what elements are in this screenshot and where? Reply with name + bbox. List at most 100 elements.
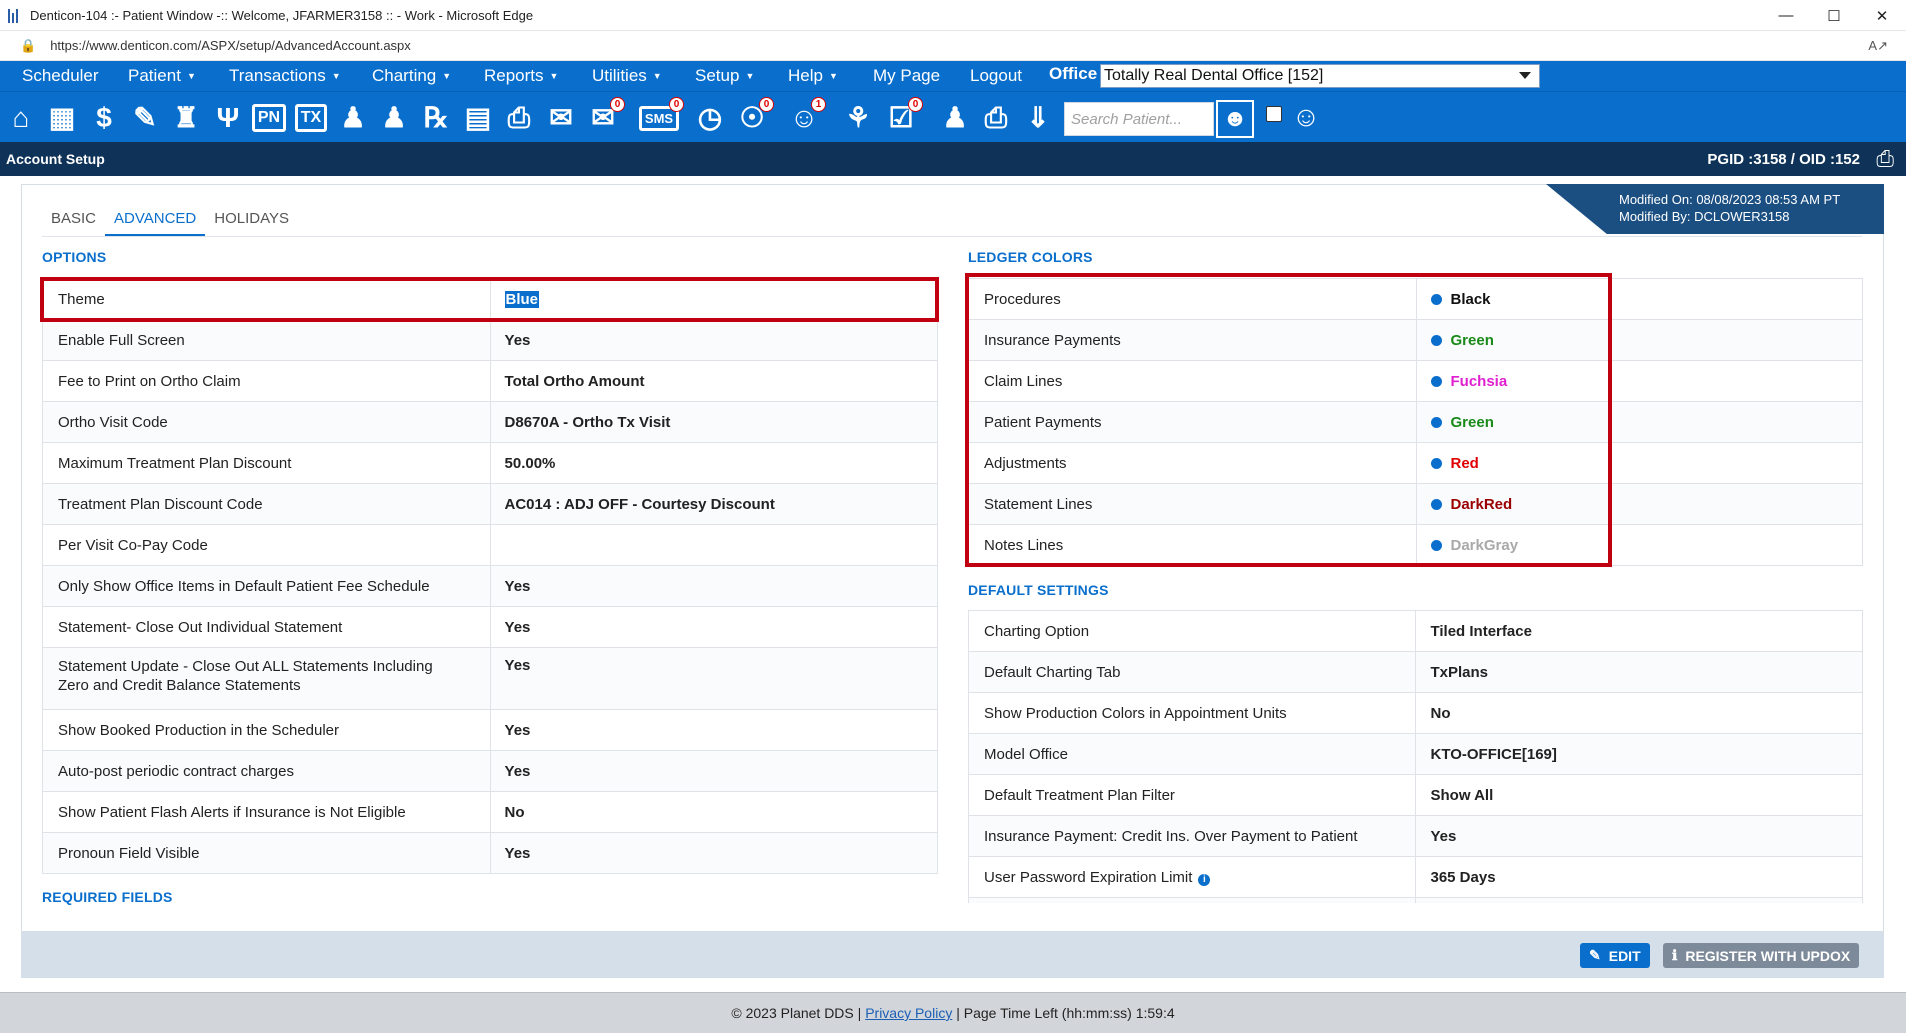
progress-notes-icon[interactable]: PN [251,100,287,136]
ledger-color-text: Fuchsia [1450,372,1508,390]
printer-icon[interactable]: ⎙ [1876,146,1894,172]
close-icon[interactable]: ✕ [1858,0,1906,31]
option-value: Yes [489,647,939,710]
theme-value: Blue [504,290,540,308]
address-bar[interactable]: 🔒 https://www.denticon.com/ASPX/setup/Ad… [0,31,1906,61]
printer-doc-icon[interactable]: ⎙ [501,100,537,136]
group-icon[interactable]: ♟ [937,100,973,136]
menu-charting[interactable]: Charting ▼ [372,61,451,91]
option-label: Show Booked Production in the Scheduler [42,709,491,751]
menu-transactions[interactable]: Transactions ▼ [229,61,341,91]
table-row: Show Booked Production in the Scheduler Y… [42,709,939,751]
maximize-icon[interactable]: ☐ [1810,0,1858,31]
setting-label: User Password Expiration Limit i [968,856,1417,898]
required-fields-title[interactable]: REQUIRED FIELDS [42,889,173,905]
privacy-policy-link[interactable]: Privacy Policy [865,1005,952,1021]
setting-value: No [1415,692,1863,734]
option-label: Statement- Close Out Individual Statemen… [42,606,491,648]
option-value: D8670A - Ortho Tx Visit [489,401,939,443]
tooth-icon[interactable]: ♜ [168,100,204,136]
pencil-list-icon[interactable]: ✎ [127,100,163,136]
default-settings-title: DEFAULT SETTINGS [968,582,1109,598]
home-icon[interactable]: ⌂ [3,100,39,136]
globe-users-icon[interactable]: ☉ 0 [734,97,774,136]
option-label: Ortho Visit Code [42,401,491,443]
info-icon[interactable]: i [1198,873,1211,886]
menu-setup[interactable]: Setup ▼ [695,61,754,91]
toolbar-checkbox[interactable] [1266,106,1282,122]
tab-advanced[interactable]: ADVANCED [105,206,206,236]
prescription-icon[interactable]: ℞ [418,100,454,136]
alert-user-icon[interactable]: ☺ 1 [786,97,826,136]
menu-help[interactable]: Help ▼ [788,61,838,91]
ledger-value: DarkGray [1415,524,1863,566]
table-row: Only Show Office Items in Default Patien… [42,565,939,607]
option-label: Auto-post periodic contract charges [42,750,491,792]
mail-icon[interactable]: ✉ [543,100,579,136]
ledger-label: Insurance Payments [968,319,1417,361]
info-icon: ℹ [1672,947,1678,963]
task-list-icon[interactable]: ☑ 0 [883,97,923,136]
menu-reports[interactable]: Reports ▼ [484,61,558,91]
table-row: Patient Payments Green [968,401,1863,443]
option-label: Treatment Plan Discount Code [42,483,491,525]
menu-utilities[interactable]: Utilities ▼ [592,61,662,91]
menu-logout[interactable]: Logout [970,61,1022,91]
ledger-color-text: Green [1450,331,1494,349]
teeth-icon[interactable]: Ψ [210,100,246,136]
register-updox-button[interactable]: ℹ REGISTER WITH UPDOX [1663,943,1860,968]
menu-my-page[interactable]: My Page [873,61,940,91]
sms-icon[interactable]: SMS 0 [638,97,684,136]
color-dot-icon [1430,539,1442,551]
table-row: Claim Lines Fuchsia [968,360,1863,402]
ledger-color-text: Black [1450,290,1491,308]
globe-icon[interactable]: ⚘ [840,100,876,136]
dollar-icon[interactable]: $ [86,100,122,136]
table-row: Theme Blue [42,278,939,320]
group-search-icon[interactable]: ☺ [1288,99,1324,135]
tab-basic[interactable]: BASIC [42,206,105,236]
notes-icon[interactable]: ▤ [460,100,496,136]
calendar-icon[interactable]: ▦ [44,100,80,136]
table-row: Insurance Payment: Credit Ins. Over Paym… [968,815,1863,857]
globe-badge: 0 [759,97,774,112]
message-icon[interactable]: ✉ 0 [585,97,625,136]
setting-value: Tiled Interface [1415,610,1863,652]
table-row: Maximum Treatment Plan Discount 50.00% [42,442,939,484]
table-row: Charting Option Tiled Interface [968,610,1863,652]
status-bar: © 2023 Planet DDS | Privacy Policy | Pag… [0,992,1906,1033]
section-header: Account Setup PGID :3158 / OID :152 ⎙ [0,142,1906,176]
add-family-icon[interactable]: ♟ [376,100,412,136]
table-row: Ortho Visit Code D8670A - Ortho Tx Visit [42,401,939,443]
expand-down-icon[interactable]: ⇓ [1020,100,1056,136]
table-row [968,897,1863,903]
table-row: Treatment Plan Discount Code AC014 : ADJ … [42,483,939,525]
office-select[interactable]: Totally Real Dental Office [152] [1100,64,1540,88]
url-text[interactable]: https://www.denticon.com/ASPX/setup/Adva… [50,38,411,53]
ledger-colors-title: LEDGER COLORS [968,249,1093,265]
table-row: Insurance Payments Green [968,319,1863,361]
setting-label: Charting Option [968,610,1417,652]
clock-icon[interactable]: ◷ [692,100,728,136]
tab-holidays[interactable]: HOLIDAYS [205,206,298,236]
patient-search-icon[interactable]: ☻ [1216,100,1254,138]
edit-button[interactable]: ✎ EDIT [1580,943,1650,968]
caret-icon: ▼ [331,71,341,81]
ledger-value: Fuchsia [1415,360,1863,402]
search-patient-input[interactable]: Search Patient... [1064,102,1214,136]
read-aloud-icon[interactable]: A↗ [1868,38,1888,54]
window-titlebar: Denticon-104 :- Patient Window -:: Welco… [0,0,1906,31]
default-settings-scroll[interactable]: Charting Option Tiled Interface Default C… [968,610,1863,903]
ledger-label: Adjustments [968,442,1417,484]
section-title: Account Setup [6,151,105,167]
option-label: Pronoun Field Visible [42,832,491,874]
minimize-icon[interactable]: — [1762,0,1810,31]
menu-patient[interactable]: Patient ▼ [128,61,196,91]
setting-value: 365 Days [1415,856,1863,898]
menu-scheduler[interactable]: Scheduler [22,61,99,91]
ledger-color-text: DarkGray [1450,536,1519,554]
add-patient-icon[interactable]: ♟ [335,100,371,136]
tab-strip: BASIC ADVANCED HOLIDAYS [42,206,298,236]
print-icon[interactable]: ⎙ [978,100,1014,136]
treatment-icon[interactable]: TX [293,100,329,136]
